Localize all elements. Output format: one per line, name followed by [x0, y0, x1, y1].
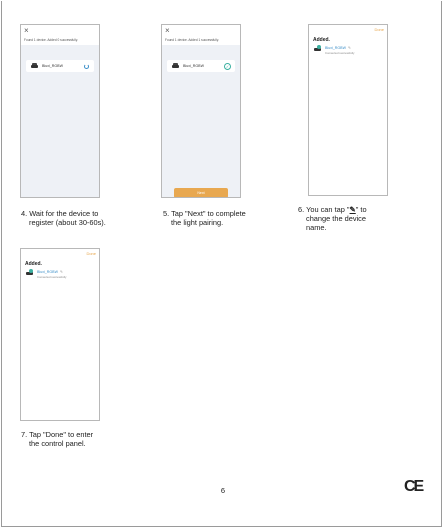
- lamp-icon: [172, 63, 179, 68]
- device-name: Bluxi_RGBW: [37, 270, 58, 274]
- added-heading: Added.: [313, 37, 330, 43]
- phone-screen-step-7: Done Added. Bluxi_RGBW ✎ Connected succes…: [20, 248, 100, 421]
- next-button[interactable]: Next: [174, 188, 228, 197]
- added-device-row: Bluxi_RGBW ✎ Connected successfully: [26, 269, 67, 279]
- done-button[interactable]: Done: [374, 27, 384, 32]
- device-name: Bluxi_RGBW: [183, 64, 204, 68]
- screen-body: Bluxi_RGBW ✓ Next: [162, 45, 240, 197]
- ce-mark-logo: CE: [404, 478, 424, 495]
- page-number: 6: [220, 486, 226, 495]
- checkmark-icon: ✓: [224, 62, 231, 70]
- caption-step-5: 5. Tap "Next" to complete the light pair…: [163, 209, 246, 227]
- caption-line: 6. You can tap "✎" to: [298, 205, 367, 214]
- phone-screen-step-5: × Found 1 device. Added 1 successfully. …: [161, 24, 241, 198]
- edit-pencil-icon[interactable]: ✎: [60, 270, 63, 274]
- caption-step-7: 7. Tap "Done" to enter the control panel…: [21, 430, 93, 448]
- close-icon[interactable]: ×: [165, 27, 170, 35]
- lamp-success-icon: [26, 269, 34, 276]
- caption-step-6: 6. You can tap "✎" to change the device …: [298, 205, 367, 232]
- device-card[interactable]: Bluxi_RGBW: [26, 60, 94, 72]
- phone-screen-step-4: × Found 1 device. Added 0 successfully. …: [20, 24, 100, 198]
- found-status-text: Found 1 device. Added 1 successfully.: [165, 38, 219, 42]
- connection-status: Connected successfully: [37, 275, 67, 279]
- device-name: Bluxi_RGBW: [42, 64, 63, 68]
- close-icon[interactable]: ×: [24, 27, 29, 35]
- lamp-icon: [31, 63, 38, 68]
- loading-spinner-icon: [84, 63, 89, 69]
- added-heading: Added.: [25, 261, 42, 267]
- added-device-row: Bluxi_RGBW ✎ Connected successfully: [314, 45, 355, 55]
- caption-line: the light pairing.: [171, 218, 224, 227]
- caption-line: the control panel.: [29, 439, 86, 448]
- caption-line: 4. Wait for the device to: [21, 209, 99, 218]
- phone-screen-step-6: Done Added. Bluxi_RGBW ✎ Connected succes…: [308, 24, 388, 196]
- caption-line: 5. Tap "Next" to complete: [163, 209, 246, 218]
- found-status-text: Found 1 device. Added 0 successfully.: [24, 38, 78, 42]
- caption-line: name.: [306, 223, 327, 232]
- caption-step-4: 4. Wait for the device to register (abou…: [21, 209, 106, 227]
- lamp-success-icon: [314, 45, 322, 52]
- screen-body: Bluxi_RGBW: [21, 45, 99, 197]
- device-card[interactable]: Bluxi_RGBW ✓: [167, 60, 235, 72]
- caption-line: 7. Tap "Done" to enter: [21, 430, 94, 439]
- done-button[interactable]: Done: [86, 251, 96, 256]
- caption-line: register (about 30-60s).: [29, 218, 106, 227]
- edit-pencil-icon[interactable]: ✎: [348, 46, 351, 50]
- caption-line: change the device: [306, 214, 366, 223]
- connection-status: Connected successfully: [325, 51, 355, 55]
- device-name: Bluxi_RGBW: [325, 46, 346, 50]
